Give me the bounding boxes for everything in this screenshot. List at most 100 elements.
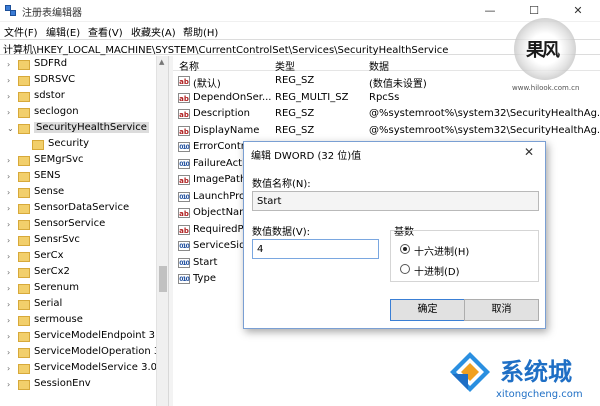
radio-hex-label[interactable]: 十六进制(H)	[414, 243, 469, 258]
folder-icon	[18, 316, 30, 326]
chevron-right-icon[interactable]: ›	[7, 300, 10, 309]
tree-item-label[interactable]: SecurityHealthService	[34, 122, 149, 133]
value-data-input[interactable]: 4	[252, 239, 379, 259]
radio-hex-button[interactable]	[400, 244, 410, 254]
chevron-right-icon[interactable]: ›	[7, 76, 10, 85]
chevron-right-icon[interactable]: ›	[7, 204, 10, 213]
tree-item[interactable]: › SessionEnv	[0, 377, 168, 393]
chevron-right-icon[interactable]: ›	[7, 332, 10, 341]
cancel-button[interactable]: 取消	[464, 299, 539, 321]
tree-item-label[interactable]: seclogon	[34, 106, 79, 117]
tree-item-label[interactable]: SensorDataService	[34, 202, 129, 213]
chevron-right-icon[interactable]: ›	[7, 284, 10, 293]
menu-favorites[interactable]: 收藏夹(A)	[131, 24, 176, 39]
menu-help[interactable]: 帮助(H)	[183, 24, 218, 39]
tree-item-label[interactable]: ServiceModelEndpoint 3.0	[34, 330, 165, 341]
tree-item[interactable]: ⌄ SecurityHealthService	[0, 121, 168, 137]
chevron-right-icon[interactable]: ›	[7, 268, 10, 277]
tree-item-label[interactable]: SerCx	[34, 250, 64, 261]
tree-item[interactable]: › SensrSvc	[0, 233, 168, 249]
tree-item[interactable]: › sdstor	[0, 89, 168, 105]
tree-item[interactable]: › SerCx	[0, 249, 168, 265]
tree-item[interactable]: Security	[0, 137, 168, 153]
chevron-right-icon[interactable]: ›	[7, 220, 10, 229]
tree-item-label[interactable]: sdstor	[34, 90, 65, 101]
tree-item[interactable]: › SensorDataService	[0, 201, 168, 217]
tree-item[interactable]: › seclogon	[0, 105, 168, 121]
tree-item[interactable]: › SEMgrSvc	[0, 153, 168, 169]
binary-value-icon: 010	[178, 274, 190, 284]
tree-item-label[interactable]: ServiceModelService 3.0.0	[34, 362, 167, 373]
tree-item[interactable]: › SENS	[0, 169, 168, 185]
folder-icon	[18, 284, 30, 294]
radio-decimal-button[interactable]	[400, 264, 410, 274]
chevron-right-icon[interactable]: ›	[7, 348, 10, 357]
value-name-label: 数值名称(N):	[252, 179, 311, 190]
tree-item[interactable]: › SerCx2	[0, 265, 168, 281]
value-name: (默认)	[193, 79, 221, 90]
radio-hex[interactable]: 十六进制(H)	[400, 243, 520, 258]
tree-item-label[interactable]: SerCx2	[34, 266, 70, 277]
dialog-close-button[interactable]: ✕	[524, 145, 534, 159]
tree-item-label[interactable]: SENS	[34, 170, 61, 181]
column-type-header[interactable]: 类型	[275, 58, 295, 73]
tree-item[interactable]: › ServiceModelEndpoint 3.0	[0, 329, 168, 345]
folder-icon	[18, 204, 30, 214]
tree-item-label[interactable]: SDRSVC	[34, 74, 75, 85]
scrollbar-thumb[interactable]	[159, 266, 167, 292]
tree-item-label[interactable]: ServiceModelOperation 3.	[34, 346, 163, 357]
tree-item[interactable]: › sermouse	[0, 313, 168, 329]
menu-view[interactable]: 查看(V)	[88, 24, 123, 39]
tree-item[interactable]: › Serial	[0, 297, 168, 313]
value-row[interactable]: ab Description REG_SZ @%systemroot%\system3…	[173, 106, 600, 122]
chevron-down-icon[interactable]: ⌄	[7, 124, 14, 133]
chevron-right-icon[interactable]: ›	[7, 380, 10, 389]
menu-file[interactable]: 文件(F)	[4, 24, 38, 39]
tree-item-label[interactable]: sermouse	[34, 314, 83, 325]
tree-item-label[interactable]: Security	[48, 138, 89, 149]
tree-item-label[interactable]: Sense	[34, 186, 64, 197]
tree-item[interactable]: › Serenum	[0, 281, 168, 297]
tree-item[interactable]: › ServiceModelService 3.0.0	[0, 361, 168, 377]
value-type: REG_MULTI_SZ	[275, 91, 349, 103]
tree-item[interactable]: › SDRSVC	[0, 73, 168, 89]
chevron-right-icon[interactable]: ›	[7, 316, 10, 325]
column-data-header[interactable]: 数据	[369, 58, 389, 73]
tree-item-label[interactable]: SessionEnv	[34, 378, 91, 389]
chevron-right-icon[interactable]: ›	[7, 364, 10, 373]
value-type: REG_SZ	[275, 75, 315, 86]
tree-item-label[interactable]: SEMgrSvc	[34, 154, 84, 165]
radio-decimal[interactable]: 十进制(D)	[400, 263, 520, 278]
tree-item-label[interactable]: SensrSvc	[34, 234, 80, 245]
chevron-right-icon[interactable]: ›	[7, 156, 10, 165]
chevron-right-icon[interactable]: ›	[7, 92, 10, 101]
tree-scrollbar[interactable]: ▲	[156, 56, 168, 406]
scroll-up-icon[interactable]: ▲	[159, 58, 164, 66]
chevron-right-icon[interactable]: ›	[7, 172, 10, 181]
tree-item[interactable]: › ServiceModelOperation 3.	[0, 345, 168, 361]
folder-icon	[18, 188, 30, 198]
chevron-right-icon[interactable]: ›	[7, 236, 10, 245]
folder-icon	[18, 220, 30, 230]
folder-icon	[18, 124, 30, 134]
tree-item-label[interactable]: SensorService	[34, 218, 105, 229]
brand-name: 系统城	[500, 358, 572, 386]
value-data-label: 数值数据(V):	[252, 227, 311, 238]
value-row[interactable]: ab DisplayName REG_SZ @%systemroot%\system3…	[173, 123, 600, 139]
tree-item-label[interactable]: SDFRd	[34, 58, 67, 69]
folder-icon	[18, 60, 30, 70]
tree-item-label[interactable]: Serial	[34, 298, 62, 309]
tree-item-label[interactable]: Serenum	[34, 282, 79, 293]
tree-item[interactable]: › Sense	[0, 185, 168, 201]
chevron-right-icon[interactable]: ›	[7, 188, 10, 197]
ok-button[interactable]: 确定	[390, 299, 465, 321]
chevron-right-icon[interactable]: ›	[7, 108, 10, 117]
chevron-right-icon[interactable]: ›	[7, 60, 10, 69]
address-path[interactable]: 计算机\HKEY_LOCAL_MACHINE\SYSTEM\CurrentCon…	[3, 41, 448, 56]
menu-edit[interactable]: 编辑(E)	[46, 24, 80, 39]
radio-decimal-label[interactable]: 十进制(D)	[414, 263, 460, 278]
column-name-header[interactable]: 名称	[179, 58, 199, 73]
tree-item[interactable]: › SensorService	[0, 217, 168, 233]
tree-item[interactable]: › SDFRd	[0, 57, 168, 73]
chevron-right-icon[interactable]: ›	[7, 252, 10, 261]
